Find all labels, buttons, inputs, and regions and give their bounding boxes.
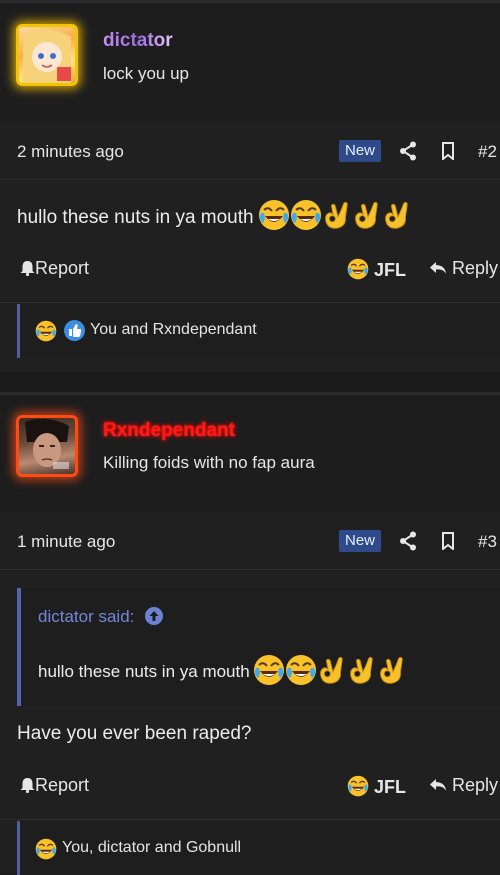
post-3-new-badge: New [339,530,381,552]
quote-author-label: dictator said: [38,607,135,626]
laughing-emoji-icon [290,199,322,237]
jfl-label: JFL [374,777,407,797]
laughing-emoji-icon [347,258,369,280]
arrow-up-circle-icon[interactable] [145,607,164,625]
post-3-number[interactable]: #3 [478,532,497,552]
reply-arrow-icon [430,779,446,791]
bell-icon [20,778,35,794]
bookmark-icon[interactable] [441,532,455,550]
ok-hand-emoji-icon [322,199,352,237]
quote-body: hullo these nuts in ya mouth [38,654,407,691]
reply-label: Reply [452,775,499,795]
laughing-emoji-icon [285,654,317,691]
laughing-emoji-icon [258,199,290,237]
report-button[interactable]: Report [20,775,89,796]
laughing-emoji-icon [253,654,285,691]
post-2-actions: Report JFL Reply [0,249,500,289]
post-3-body: Have you ever been raped? [17,723,252,744]
quote-author[interactable]: dictator said: [38,607,164,627]
post-3-user-bar: Rxndependant Killing foids with no fap a… [0,392,500,513]
thread-page: { "posts": [ { "username": "dictator", "… [0,0,500,875]
ok-hand-emoji-icon [317,654,347,691]
post-3-meta: 1 minute ago New #3 [0,513,500,570]
post-3-username[interactable]: Rxndependant [103,420,235,442]
post-3-reactions[interactable]: You, dictator and Gobnull [17,821,500,875]
reply-button[interactable]: Reply [429,258,498,279]
post-3-quote: dictator said: hullo these nuts in ya mo… [17,588,500,706]
report-button[interactable]: Report [20,258,89,279]
reply-label: Reply [452,258,499,278]
avatar-image-icon [23,30,71,83]
post-2-body-text: hullo these nuts in ya mouth [17,207,254,229]
ok-hand-emoji-icon [382,199,412,237]
laughing-emoji-icon [35,320,57,342]
report-label: Report [35,258,90,278]
post-3-avatar[interactable] [16,415,78,477]
ok-hand-emoji-icon [352,199,382,237]
quote-body-text: hullo these nuts in ya mouth [38,661,250,681]
post-2-body: hullo these nuts in ya mouth [17,199,412,237]
post-2-reactions-text[interactable]: You and Rxndependant [90,321,257,339]
post-2-reactions[interactable]: You and Rxndependant [17,304,500,358]
ok-hand-emoji-icon [377,654,407,691]
bookmark-icon[interactable] [441,142,455,160]
bell-icon [20,261,35,277]
laughing-emoji-icon [347,775,369,797]
post-2-user-bar: dictator lock you up [0,0,500,123]
share-icon[interactable] [399,141,417,161]
post-2-time[interactable]: 2 minutes ago [17,142,124,162]
post-gap [0,372,500,392]
post-2-number[interactable]: #2 [478,142,497,162]
report-label: Report [35,775,90,795]
share-icon[interactable] [399,531,417,551]
jfl-label: JFL [374,260,407,280]
post-2: dictator lock you up 2 minutes ago New #… [0,0,500,372]
post-3-reactions-text[interactable]: You, dictator and Gobnull [62,839,241,857]
laughing-emoji-icon [35,838,57,860]
post-2-user-title: lock you up [103,64,189,83]
post-3-time[interactable]: 1 minute ago [17,532,115,552]
post-3: Rxndependant Killing foids with no fap a… [0,392,500,875]
reply-button[interactable]: Reply [429,775,498,796]
post-3-actions: Report JFL Reply [0,766,500,806]
post-3-user-title: Killing foids with no fap aura [103,453,315,472]
post-2-divider [0,302,500,303]
avatar-image-icon [25,418,69,469]
post-2-avatar[interactable] [16,24,78,86]
post-2-meta: 2 minutes ago New #2 [0,123,500,180]
jfl-reaction-button[interactable]: JFL [347,775,406,798]
ok-hand-emoji-icon [347,654,377,691]
post-3-divider [0,819,500,820]
jfl-reaction-button[interactable]: JFL [347,258,406,281]
post-2-new-badge: New [339,140,381,162]
reply-arrow-icon [430,262,446,274]
post-2-username[interactable]: dictator [103,30,173,52]
thumbs-up-icon [64,320,85,341]
